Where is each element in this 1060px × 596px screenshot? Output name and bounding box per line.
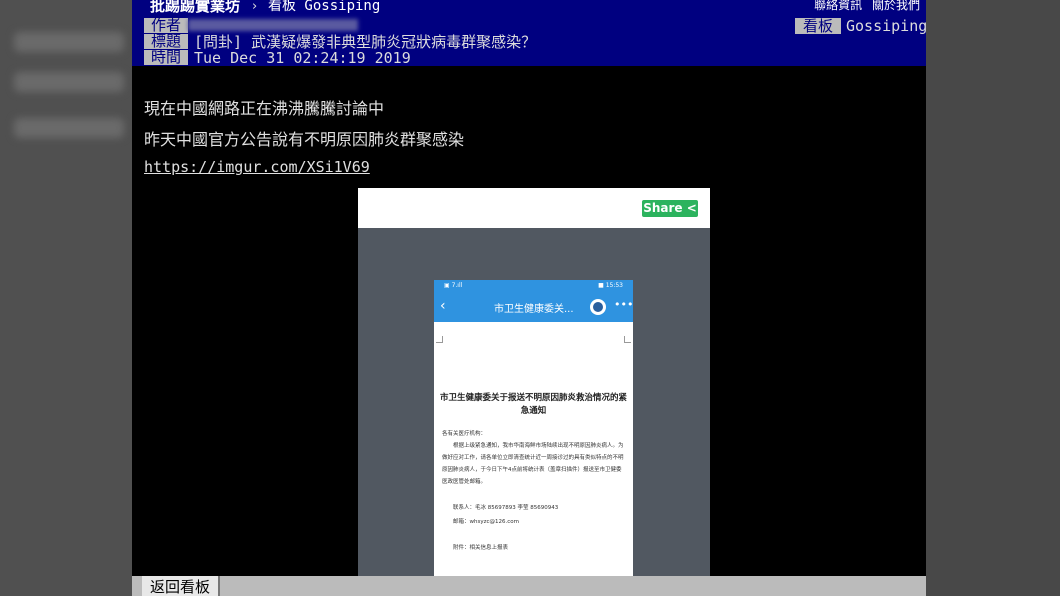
article-header: 作者 標題 [問卦] 武漢疑爆發非典型肺炎冠狀病毒群聚感染？ 時間 Tue De… xyxy=(132,17,926,66)
ptt-article-page: 批踢踢實業坊 › 看板 Gossiping 聯絡資訊 關於我們 作者 標題 [問… xyxy=(132,0,926,596)
imgur-link[interactable]: https://imgur.com/XSi1V69 xyxy=(144,158,370,176)
redacted-author xyxy=(188,19,358,31)
time-label: 時間 xyxy=(144,50,188,65)
article-time: Tue Dec 31 02:24:19 2019 xyxy=(194,49,411,67)
notice-title: 市卫生健康委关于报送不明原因肺炎救治情况的紧急通知 xyxy=(440,393,628,416)
back-arrow-icon: ‹ xyxy=(440,298,446,314)
about-link[interactable]: 關於我們 xyxy=(872,0,920,12)
board-label: 看板 xyxy=(795,18,841,34)
bottom-bar: 返回看板 xyxy=(132,576,926,596)
notice-text: 根据上级紧急通知，我市华南海鲜市场陆续出现不明原因肺炎病人。为做好应对工作，请各… xyxy=(442,443,624,485)
embedded-image[interactable]: Share < ▣ 7.ıll ■ 15:53 ‹ 市卫生健康委关... •••… xyxy=(358,188,710,576)
notice-contacts: 联系人：毛冰 85697893 李莹 85690943 xyxy=(453,505,559,511)
more-icon: ••• xyxy=(614,298,633,311)
app-bar-title: 市卫生健康委关... xyxy=(494,304,574,315)
blurred-text xyxy=(14,118,124,138)
signal-status: ▣ 7.ıll xyxy=(444,282,463,289)
share-button[interactable]: Share < xyxy=(642,200,698,217)
blurred-background-left xyxy=(0,0,132,596)
top-navigation: 批踢踢實業坊 › 看板 Gossiping 聯絡資訊 關於我們 xyxy=(132,0,926,17)
notice-salutation: 各有关医疗机构： xyxy=(442,431,487,437)
account-logo-icon xyxy=(590,299,606,315)
clock-status: ■ 15:53 xyxy=(598,282,623,289)
body-line-1: 現在中國網路正在沸沸騰騰討論中 xyxy=(144,99,385,118)
phone-app-bar: ‹ 市卫生健康委关... ••• xyxy=(434,292,633,322)
phone-status-bar: ▣ 7.ıll ■ 15:53 xyxy=(434,280,633,292)
author-label: 作者 xyxy=(144,18,188,33)
notice-email: 邮箱：whsyzc@126.com xyxy=(453,519,520,525)
crop-mark-icon xyxy=(436,336,443,343)
contact-link[interactable]: 聯絡資訊 xyxy=(814,0,862,12)
top-right-links: 聯絡資訊 關於我們 xyxy=(808,0,920,14)
board-link[interactable]: 看板 Gossiping xyxy=(268,0,380,15)
site-brand-link[interactable]: 批踢踢實業坊 xyxy=(150,0,240,15)
article-title: [問卦] 武漢疑爆發非典型肺炎冠狀病毒群聚感染？ xyxy=(194,33,537,51)
blurred-text xyxy=(14,72,124,92)
title-label: 標題 xyxy=(144,34,188,49)
body-line-2: 昨天中國官方公告說有不明原因肺炎群聚感染 xyxy=(144,130,465,149)
board-name: Gossiping xyxy=(846,17,926,35)
crop-mark-icon xyxy=(624,336,631,343)
phone-screenshot: ▣ 7.ıll ■ 15:53 ‹ 市卫生健康委关... ••• 市卫生健康委关… xyxy=(434,280,633,576)
background-right xyxy=(926,0,1060,596)
blurred-text xyxy=(14,32,124,52)
breadcrumb-separator: › xyxy=(252,0,258,14)
notice-attachment: 附件：相关信息上报表 xyxy=(453,545,509,551)
back-to-board-button[interactable]: 返回看板 xyxy=(142,576,221,596)
